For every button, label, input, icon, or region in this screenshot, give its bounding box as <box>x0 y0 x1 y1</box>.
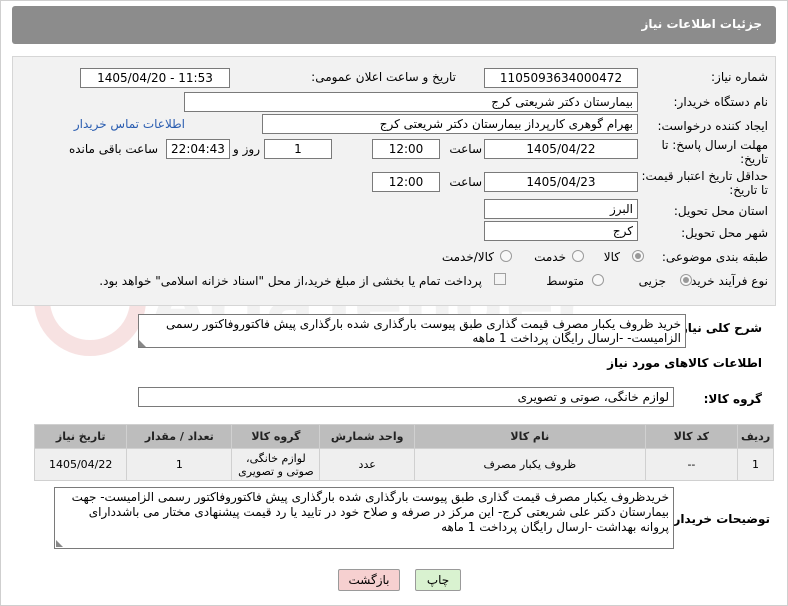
col-code-header: کد کالا <box>644 424 739 449</box>
city-label: شهر محل تحویل: <box>681 226 768 240</box>
table-header-row: ردیف کد کالا نام کالا واحد شمارش گروه کا… <box>33 424 774 449</box>
cell-unit: عدد <box>319 448 415 481</box>
buyer-notes-label: توضیحات خریدار: <box>668 512 770 526</box>
announce-label: تاریخ و ساعت اعلان عمومی: <box>311 70 456 84</box>
province-field: البرز <box>484 199 638 219</box>
need-number-field: 1105093634000472 <box>484 68 638 88</box>
creator-field: بهرام گوهری کارپرداز بیمارستان دکتر شریع… <box>262 114 638 134</box>
deadline-label-line2: تاریخ: <box>740 152 768 166</box>
category-radio-goods[interactable] <box>632 250 644 262</box>
buyer-contact-link[interactable]: اطلاعات تماس خریدار <box>74 117 185 131</box>
city-field: کرج <box>484 221 638 241</box>
category-radio-goods-service[interactable] <box>500 250 512 262</box>
days-label: روز و <box>233 142 260 156</box>
process-radio-medium[interactable] <box>592 274 604 286</box>
goods-table: ردیف کد کالا نام کالا واحد شمارش گروه کا… <box>33 424 774 481</box>
province-label: استان محل تحویل: <box>673 204 768 218</box>
cell-qty: 1 <box>126 448 233 481</box>
validity-label-line2: تا تاریخ: <box>729 183 768 197</box>
deadline-time-field: 12:00 <box>372 139 440 159</box>
validity-label-line1: حداقل تاریخ اعتبار قیمت: <box>641 169 768 183</box>
need-number-label: شماره نیاز: <box>711 70 768 84</box>
buyer-org-field: بیمارستان دکتر شریعتی کرج <box>184 92 638 112</box>
back-button[interactable]: بازگشت <box>338 569 400 591</box>
col-row-header: ردیف <box>737 424 774 449</box>
remaining-label: ساعت باقی مانده <box>68 142 158 156</box>
col-date-header: تاریخ نیاز <box>33 424 128 449</box>
creator-label: ایجاد کننده درخواست: <box>657 119 768 133</box>
treasury-payment-checkbox[interactable] <box>494 273 506 285</box>
table-row: 1 -- ظروف یکبار مصرف عدد لوازم خانگی، صو… <box>33 448 774 481</box>
cell-date: 1405/04/22 <box>33 448 128 481</box>
deadline-date-field: 1405/04/22 <box>484 139 638 159</box>
category-radio-service[interactable] <box>572 250 584 262</box>
process-label: نوع فرآیند خرید : <box>683 274 768 288</box>
col-name-header: نام کالا <box>413 424 646 449</box>
resize-grip-icon[interactable] <box>139 340 146 347</box>
cell-name: ظروف یکبار مصرف <box>413 448 646 481</box>
deadline-label-line1: مهلت ارسال پاسخ: تا <box>661 138 768 152</box>
category-option-goods-service: کالا/خدمت <box>441 250 494 264</box>
page-header: جزئیات اطلاعات نیاز <box>12 6 776 44</box>
goods-section-title: اطلاعات کالاهای مورد نیاز <box>607 356 762 370</box>
validity-date-field: 1405/04/23 <box>484 172 638 192</box>
buyer-notes-textarea[interactable]: خریدظروف یکبار مصرف قیمت گذاری طبق پیوست… <box>54 487 674 549</box>
cell-group-line2: صوتی و تصویری <box>238 464 314 478</box>
category-option-service: خدمت <box>534 250 566 264</box>
process-option-minor: جزیی <box>638 274 666 288</box>
days-field: 1 <box>264 139 332 159</box>
resize-grip-icon[interactable] <box>56 540 63 547</box>
cell-group-line1: لوازم خانگی، <box>246 451 306 465</box>
page-title: جزئیات اطلاعات نیاز <box>641 17 762 31</box>
validity-time-field: 12:00 <box>372 172 440 192</box>
process-radio-minor[interactable] <box>680 274 692 286</box>
payment-note: پرداخت تمام یا بخشی از مبلغ خرید،از محل … <box>99 274 482 288</box>
cell-group: لوازم خانگی، صوتی و تصویری <box>231 448 321 481</box>
buyer-org-label: نام دستگاه خریدار: <box>673 95 769 109</box>
validity-time-label: ساعت <box>449 175 482 189</box>
col-unit-header: واحد شمارش <box>319 424 415 449</box>
goods-group-label: گروه کالا: <box>703 392 762 406</box>
deadline-time-label: ساعت <box>449 142 482 156</box>
print-button[interactable]: چاپ <box>415 569 461 591</box>
category-label: طبقه بندی موضوعی: <box>661 250 768 264</box>
goods-group-field: لوازم خانگی، صوتی و تصویری <box>138 387 674 407</box>
remaining-time-field: 22:04:43 <box>166 139 230 159</box>
description-textarea[interactable]: خرید ظروف یکبار مصرف قیمت گذاری طبق پیوس… <box>138 314 686 348</box>
process-option-medium: متوسط <box>546 274 584 288</box>
category-option-goods: کالا <box>603 250 620 264</box>
description-label: شرح کلی نیاز: <box>676 321 762 335</box>
announce-datetime-field: 1405/04/20 - 11:53 <box>80 68 230 88</box>
cell-code: -- <box>644 448 739 481</box>
col-qty-header: تعداد / مقدار <box>126 424 233 449</box>
col-group-header: گروه کالا <box>231 424 321 449</box>
cell-row: 1 <box>737 448 774 481</box>
